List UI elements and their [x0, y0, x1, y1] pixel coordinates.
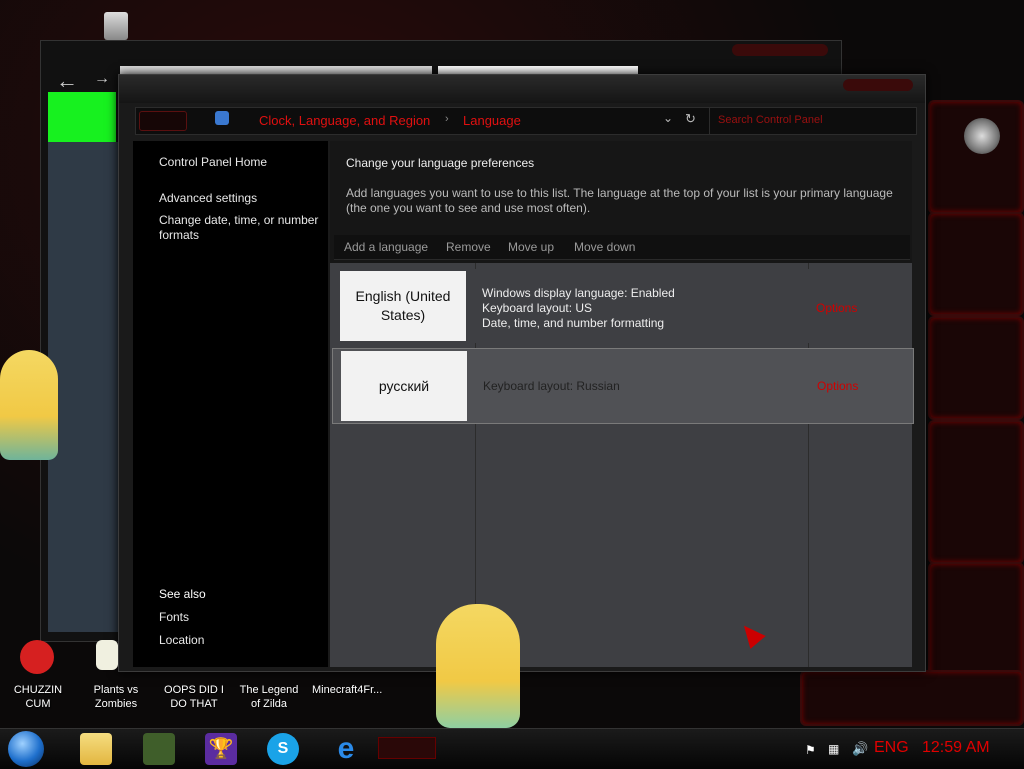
refresh-icon[interactable]: ↻: [685, 111, 696, 127]
desktop-deco-panel: [928, 316, 1024, 420]
chuzzle-icon[interactable]: [20, 640, 54, 674]
page-title: Change your language preferences: [346, 156, 535, 170]
desktop-icon-label[interactable]: CHUZZIN CUM: [3, 683, 73, 711]
language-info-line: Keyboard layout: US: [482, 301, 593, 315]
cartoon-character-icon: [0, 350, 58, 460]
title-deco: [843, 79, 913, 91]
control-panel-icon: [215, 111, 229, 125]
language-row[interactable]: English (United States) Windows display …: [332, 269, 912, 343]
breadcrumb-separator-icon: ›: [445, 113, 449, 125]
file-explorer-icon[interactable]: [80, 733, 112, 765]
recycle-bin-icon[interactable]: [104, 12, 128, 40]
trophy-icon[interactable]: 🏆: [205, 733, 237, 765]
options-link[interactable]: Options: [817, 379, 858, 393]
options-link[interactable]: Options: [816, 301, 857, 315]
background-tab[interactable]: [438, 66, 638, 74]
language-tile[interactable]: English (United States): [340, 271, 466, 341]
network-icon[interactable]: ▦: [828, 742, 839, 756]
cartoon-character-icon: [436, 604, 520, 728]
sidebar-link-location[interactable]: Location: [159, 633, 204, 647]
sidebar-link-date-time-formats[interactable]: Change date, time, or number formats: [159, 213, 324, 243]
desktop-icon-label[interactable]: OOPS DID I DO THAT: [159, 683, 229, 711]
forward-arrow-icon[interactable]: →: [94, 70, 110, 88]
clock[interactable]: 12:59 AM: [922, 739, 990, 757]
desktop-icon-label[interactable]: The Legend of Zilda: [234, 683, 304, 711]
breadcrumb-item[interactable]: Clock, Language, and Region: [259, 113, 430, 128]
chevron-down-icon[interactable]: ⌄: [663, 111, 673, 125]
background-window-sidebar: [48, 142, 118, 632]
add-language-button[interactable]: Add a language: [344, 240, 428, 254]
desktop-icon-label[interactable]: Minecraft4Fr...: [312, 683, 382, 697]
desktop-deco-panel: [928, 212, 1024, 316]
control-panel-taskbar-button[interactable]: [378, 737, 436, 759]
flag-icon[interactable]: ⚑: [805, 743, 816, 757]
sidebar-link-advanced-settings[interactable]: Advanced settings: [159, 191, 257, 205]
green-thumbnail: [48, 92, 116, 142]
back-window-deco: [732, 44, 828, 56]
language-tile[interactable]: русский: [341, 351, 467, 421]
minecraft-taskbar-icon[interactable]: [143, 733, 175, 765]
input-language-indicator[interactable]: ENG: [874, 739, 909, 757]
page-description: Add languages you want to use to this li…: [346, 186, 893, 215]
back-arrow-icon[interactable]: ←: [56, 68, 78, 94]
remove-button[interactable]: Remove: [446, 240, 491, 254]
desktop-deco-panel: [800, 670, 1024, 726]
skype-icon[interactable]: S: [267, 733, 299, 765]
desktop-deco-panel: [928, 420, 1024, 564]
control-panel-window: Clock, Language, and Region › Language ⌄…: [118, 74, 926, 672]
language-info-line: Date, time, and number formatting: [482, 316, 665, 330]
search-input[interactable]: Search Control Panel: [709, 107, 917, 135]
language-info-line: Keyboard layout: Russian: [483, 379, 620, 393]
background-tab[interactable]: [120, 66, 432, 74]
left-nav-pane: Control Panel Home Advanced settings Cha…: [133, 141, 328, 667]
sidebar-link-control-panel-home[interactable]: Control Panel Home: [159, 155, 267, 169]
move-down-button[interactable]: Move down: [574, 240, 635, 254]
pvz-icon[interactable]: [96, 640, 118, 670]
title-bar[interactable]: [119, 75, 925, 103]
breadcrumb-item[interactable]: Language: [463, 113, 521, 128]
language-toolbar: Add a language Remove Move up Move down: [334, 235, 910, 260]
volume-icon[interactable]: 🔊: [852, 741, 868, 757]
see-also-heading: See also: [159, 587, 206, 601]
start-button[interactable]: [8, 731, 44, 767]
alien-logo-icon: [964, 118, 1000, 154]
back-forward-buttons[interactable]: [139, 111, 187, 131]
move-up-button[interactable]: Move up: [508, 240, 554, 254]
desktop-deco-panel: [928, 100, 1024, 214]
search-placeholder: Search Control Panel: [718, 114, 823, 126]
language-row[interactable]: русский Keyboard layout: Russian Options: [332, 348, 914, 424]
language-info-line: Windows display language: Enabled: [482, 286, 675, 300]
sidebar-link-fonts[interactable]: Fonts: [159, 610, 189, 624]
internet-explorer-icon[interactable]: e: [330, 733, 362, 765]
desktop-icon-label[interactable]: Plants vs Zombies: [81, 683, 151, 711]
